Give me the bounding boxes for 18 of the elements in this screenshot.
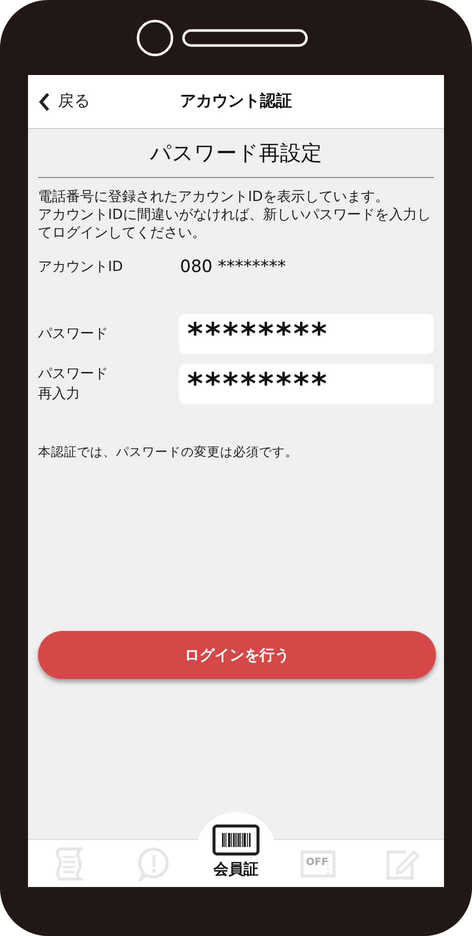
field-label: パスワード [38, 325, 109, 344]
account-id-value: 080 ******** [180, 257, 286, 277]
page-heading: パスワード再設定 [38, 137, 434, 178]
camera-icon [136, 19, 174, 57]
coupon-label: OFF [306, 857, 328, 869]
note-text: 本認証では、パスワードの変更は必須です。 [38, 444, 299, 461]
speaker-icon [182, 29, 308, 47]
back-button[interactable]: 戻る [28, 91, 90, 112]
description-text: 電話番号に登録されたアカウントIDを表示しています。 [38, 188, 390, 206]
login-button[interactable]: ログインを行う [38, 631, 436, 679]
field-label: パスワード再入力 [38, 365, 109, 404]
password-field[interactable]: ******** [179, 314, 434, 354]
chevron-left-icon [38, 92, 50, 112]
account-id-label: アカウントID [38, 258, 124, 276]
password-field[interactable]: ******** [179, 364, 434, 404]
barcode-card-icon [212, 824, 260, 856]
screen-title: アカウント認証 [179, 91, 293, 112]
description-text: アカウントIDに間違いがなければ、新しいパスワードを入力してログインしてください。 [38, 206, 432, 242]
